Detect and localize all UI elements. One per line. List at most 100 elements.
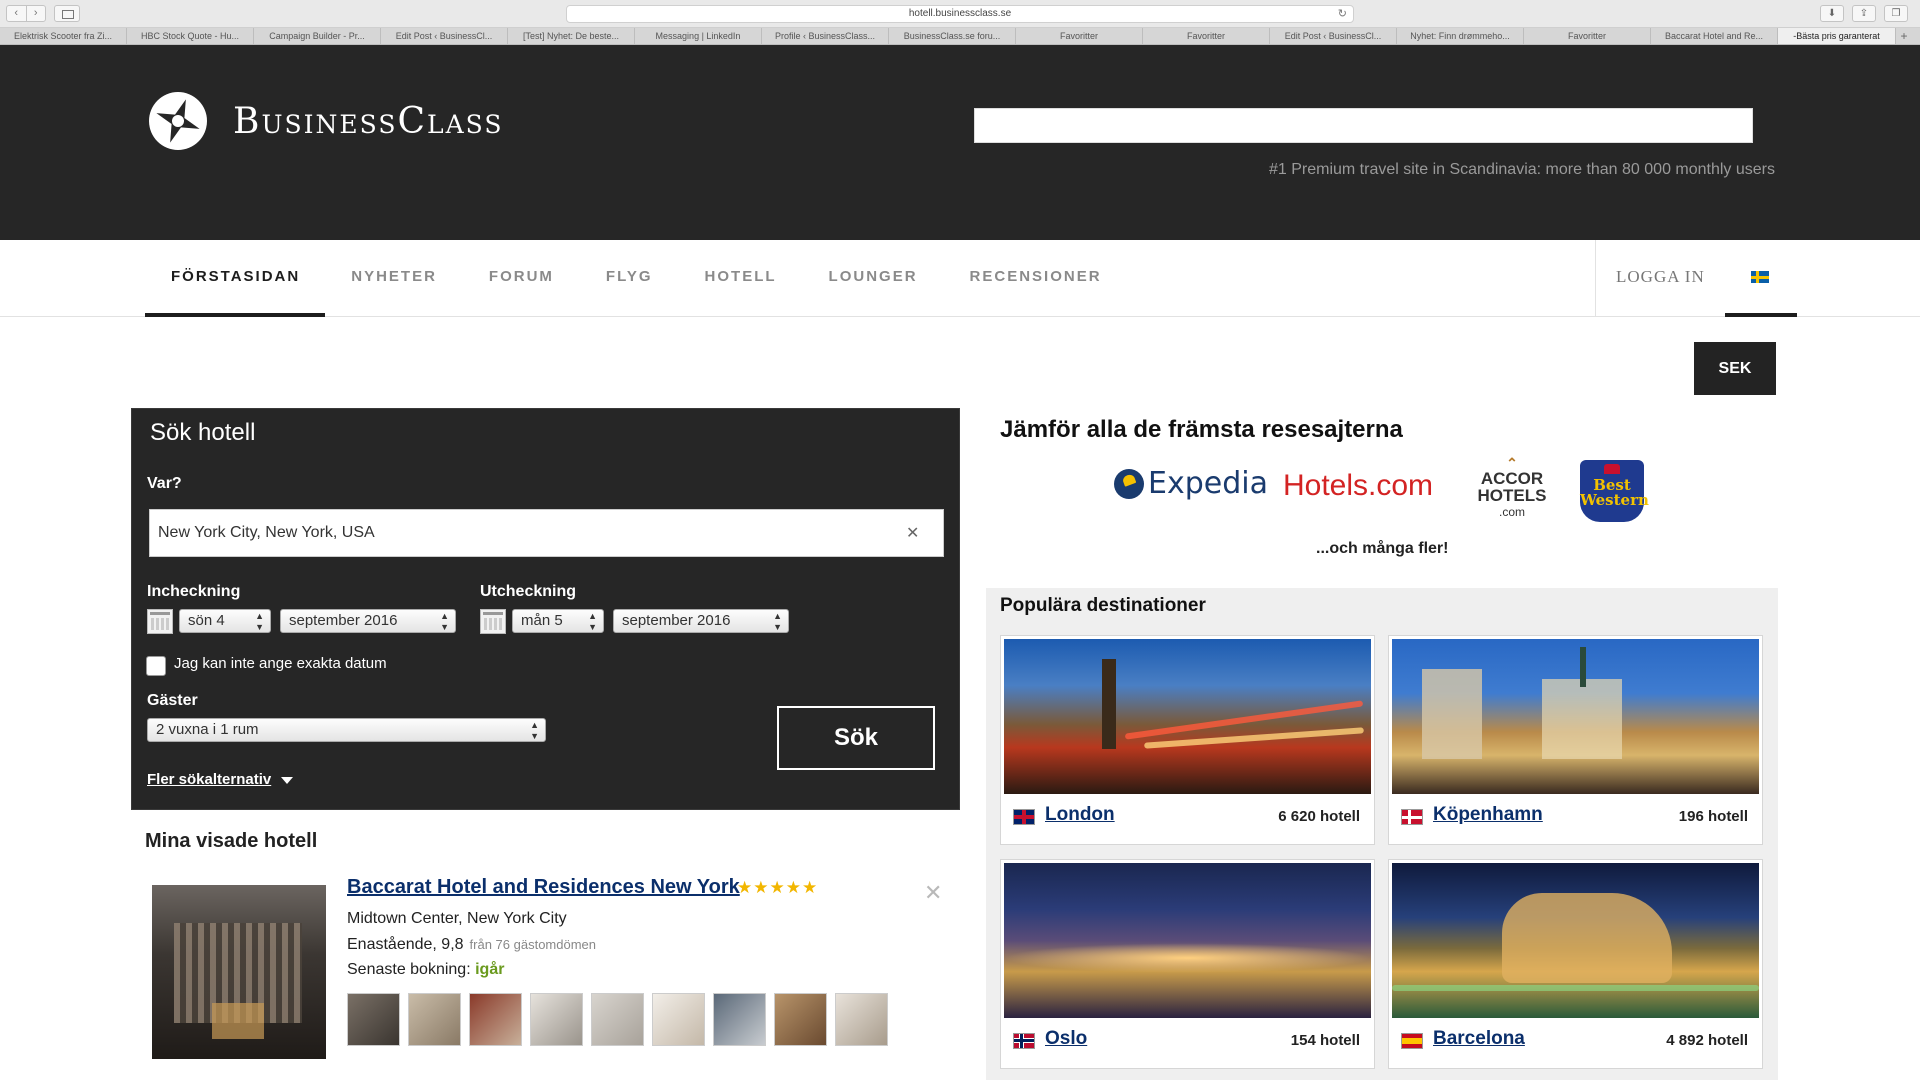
destination-card-oslo[interactable]: Oslo 154 hotell [1000, 859, 1375, 1069]
forward-icon[interactable]: › [27, 6, 46, 21]
checkin-month-select[interactable]: september 2016 ▲ ▼ [280, 609, 456, 633]
destination-card-kopenhamn[interactable]: Köpenhamn 196 hotell [1388, 635, 1763, 845]
site-logo[interactable]: BusinessClass [149, 92, 503, 150]
destination-name[interactable]: Barcelona [1433, 1028, 1525, 1050]
guests-select[interactable]: 2 vuxna i 1 rum ▲ ▼ [147, 718, 546, 742]
back-icon[interactable]: ‹ [7, 6, 27, 21]
nav-item-nyheter[interactable]: NYHETER [325, 240, 463, 317]
browser-tab[interactable]: Favoritter [1524, 28, 1651, 44]
browser-tab[interactable]: Edit Post ‹ BusinessCl... [381, 28, 508, 44]
destination-name[interactable]: Köpenhamn [1433, 804, 1543, 826]
tabs-overview-icon[interactable]: ❐ [1884, 5, 1908, 22]
hotel-thumbnail[interactable] [408, 993, 461, 1046]
hotel-thumbnail[interactable] [713, 993, 766, 1046]
hotel-thumbnail[interactable] [591, 993, 644, 1046]
destination-name[interactable]: London [1045, 804, 1115, 826]
destination-name[interactable]: Oslo [1045, 1028, 1087, 1050]
sidebar-toggle-button[interactable] [54, 5, 80, 22]
latest-booking: Senaste bokning: igår [347, 961, 504, 979]
browser-tab[interactable]: Favoritter [1016, 28, 1143, 44]
browser-tab[interactable]: Edit Post ‹ BusinessCl... [1270, 28, 1397, 44]
browser-tab[interactable]: Baccarat Hotel and Re... [1651, 28, 1778, 44]
oslo-photo [1004, 863, 1371, 1018]
browser-tab[interactable]: Nyhet: Finn drømmeho... [1397, 28, 1524, 44]
caret-down-icon [281, 776, 294, 784]
destination-count: 154 hotell [1290, 1032, 1360, 1049]
copenhagen-photo [1392, 639, 1759, 794]
accor-bird-icon: ⌃ [1506, 455, 1518, 471]
browser-tab[interactable]: HBC Stock Quote - Hu... [127, 28, 254, 44]
sweden-flag-icon [1750, 271, 1769, 283]
expedia-logo[interactable]: Expedia [1114, 466, 1268, 501]
login-link[interactable]: LOGGA IN [1596, 240, 1725, 317]
browser-tab[interactable]: [Test] Nyhet: De beste... [508, 28, 635, 44]
checkin-day-select[interactable]: sön 4 ▲ ▼ [179, 609, 271, 633]
norway-flag-icon [1013, 1033, 1035, 1049]
more-search-options-link[interactable]: Fler sökalternativ [147, 771, 294, 788]
destination-card-barcelona[interactable]: Barcelona 4 892 hotell [1388, 859, 1763, 1069]
clear-destination-icon[interactable]: ✕ [906, 523, 919, 543]
hotel-photo[interactable] [152, 885, 326, 1059]
download-icon[interactable]: ⬇ [1820, 5, 1844, 22]
destination-input[interactable]: New York City, New York, USA [149, 509, 944, 557]
share-icon[interactable]: ⇪ [1852, 5, 1876, 22]
history-nav[interactable]: ‹ › [6, 5, 46, 22]
popular-destinations: Populära destinationer London 6 620 hote… [986, 588, 1778, 1080]
destination-count: 6 620 hotell [1278, 808, 1360, 825]
select-arrows-icon: ▲ ▼ [530, 720, 539, 741]
language-selector[interactable] [1724, 240, 1797, 317]
destination-card-london[interactable]: London 6 620 hotell [1000, 635, 1375, 845]
nav-item-lounger[interactable]: LOUNGER [803, 240, 944, 317]
accor-line2: HOTELS [1477, 486, 1547, 505]
denmark-flag-icon [1401, 809, 1423, 825]
header-tagline: #1 Premium travel site in Scandinavia: m… [1268, 161, 1775, 178]
select-arrows-icon: ▲ ▼ [773, 611, 782, 632]
nav-item-recensioner[interactable]: RECENSIONER [944, 240, 1128, 317]
expedia-globe-icon [1114, 468, 1144, 499]
browser-tab[interactable]: Profile ‹ BusinessClass... [762, 28, 889, 44]
browser-tab[interactable]: Campaign Builder - Pr... [254, 28, 381, 44]
browser-tab[interactable]: BusinessClass.se foru... [889, 28, 1016, 44]
browser-tab[interactable]: Elektrisk Scooter fra Zi... [0, 28, 127, 44]
browser-tab-active[interactable]: -Bästa pris garanterat [1778, 28, 1896, 44]
select-arrows-icon: ▲ ▼ [588, 611, 597, 632]
hotelscom-logo[interactable]: Hotels.com [1283, 469, 1433, 503]
where-label: Var? [147, 475, 182, 492]
browser-toolbar: ‹ › hotell.businessclass.se ↻ ⬇ ⇪ ❐ [0, 0, 1920, 28]
hotel-thumbnail[interactable] [469, 993, 522, 1046]
checkout-month-select[interactable]: september 2016 ▲ ▼ [613, 609, 789, 633]
accor-logo[interactable]: ⌃ ACCOR HOTELS .com [1474, 456, 1550, 521]
hotel-thumbnail[interactable] [835, 993, 888, 1046]
bestwestern-logo[interactable]: Best Western [1580, 460, 1649, 522]
nav-item-hotell[interactable]: HOTELL [679, 240, 803, 317]
hotel-thumbnail[interactable] [652, 993, 705, 1046]
browser-tab[interactable]: Messaging | LinkedIn [635, 28, 762, 44]
nav-item-forstasidan[interactable]: FÖRSTASIDAN [145, 240, 326, 317]
nav-item-forum[interactable]: FORUM [463, 240, 580, 317]
spain-flag-icon [1401, 1033, 1423, 1049]
hotel-thumbnail[interactable] [530, 993, 583, 1046]
barcelona-photo [1392, 863, 1759, 1018]
new-tab-icon[interactable]: + [1896, 28, 1912, 44]
checkin-calendar-icon[interactable] [147, 609, 173, 634]
london-photo [1004, 639, 1371, 794]
hotel-thumbnail[interactable] [774, 993, 827, 1046]
main-nav: FÖRSTASIDAN NYHETER FORUM FLYG HOTELL LO… [0, 240, 1920, 317]
search-submit-button[interactable]: Sök [777, 706, 935, 770]
hotel-name-link[interactable]: Baccarat Hotel and Residences New York [347, 876, 740, 899]
logo-wordmark: BusinessClass [233, 100, 504, 142]
no-exact-dates-label: Jag kan inte ange exakta datum [174, 655, 387, 672]
no-exact-dates-checkbox[interactable] [146, 656, 166, 676]
checkout-calendar-icon[interactable] [480, 609, 506, 634]
address-bar[interactable]: hotell.businessclass.se ↻ [566, 5, 1354, 23]
currency-button[interactable]: SEK [1694, 342, 1776, 395]
reload-icon[interactable]: ↻ [1338, 6, 1347, 22]
browser-tab[interactable]: Favoritter [1143, 28, 1270, 44]
remove-hotel-icon[interactable]: ✕ [924, 880, 942, 906]
checkout-month-value: september 2016 [622, 612, 731, 629]
hotel-thumbnail[interactable] [347, 993, 400, 1046]
checkout-label: Utcheckning [480, 583, 577, 600]
header-search-input[interactable] [974, 108, 1753, 143]
checkout-day-select[interactable]: mån 5 ▲ ▼ [512, 609, 604, 633]
nav-item-flyg[interactable]: FLYG [580, 240, 679, 317]
